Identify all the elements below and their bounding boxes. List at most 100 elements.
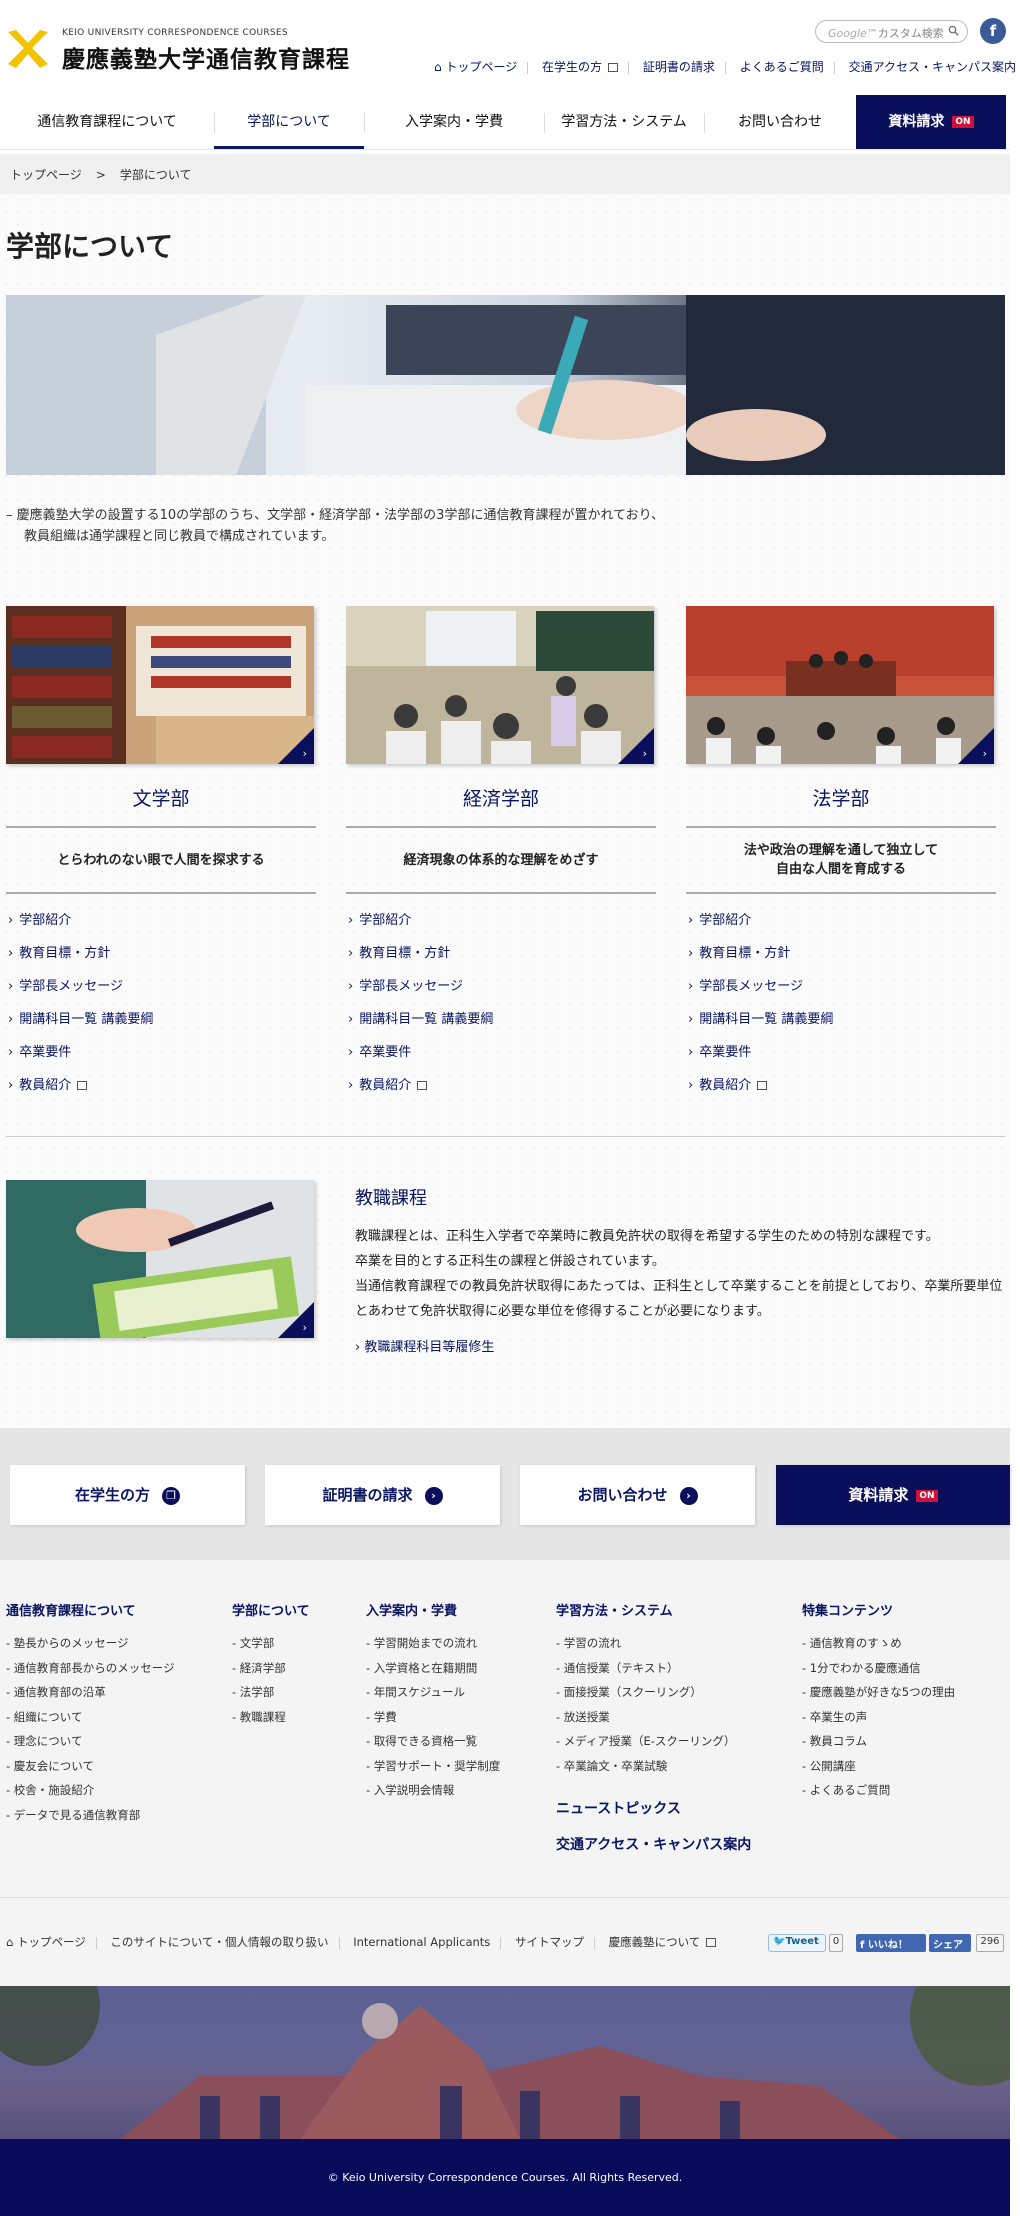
faculty-link-graduation[interactable]: › 卒業要件 <box>346 1036 656 1069</box>
faculty-link-intro[interactable]: › 学部紹介 <box>346 904 656 937</box>
footer-news-link[interactable]: ニューストピックス <box>556 1798 751 1818</box>
faculty-link-faculty-members[interactable]: › 教員紹介 <box>346 1069 656 1102</box>
footer-link[interactable]: - 文学部 <box>232 1635 310 1660</box>
footer-link[interactable]: - 経済学部 <box>232 1660 310 1685</box>
footer-link[interactable]: - 教員コラム <box>802 1733 955 1758</box>
faculty-link-courses[interactable]: › 開講科目一覧 講義要綱 <box>346 1003 656 1036</box>
logo-english[interactable]: KEIO UNIVERSITY CORRESPONDENCE COURSES <box>62 28 288 38</box>
teacher-course-image[interactable]: › <box>6 1180 314 1338</box>
footer-link-international[interactable]: International Applicants <box>353 1935 490 1949</box>
faculty-link-courses[interactable]: › 開講科目一覧 講義要綱 <box>6 1003 316 1036</box>
footer-col-title[interactable]: 学部について <box>232 1600 310 1619</box>
gnav-item-study[interactable]: 学習方法・システム <box>544 95 704 150</box>
faculty-image-economics[interactable]: › <box>346 606 654 764</box>
util-link-access[interactable]: 交通アクセス・キャンパス案内 <box>849 60 1016 74</box>
footer-link[interactable]: - 学費 <box>366 1709 500 1734</box>
footer-col-title[interactable]: 特集コンテンツ <box>802 1600 955 1619</box>
faculty-name[interactable]: 文学部 <box>6 784 316 818</box>
request-materials-bottom-button[interactable]: 資料請求 ON <box>776 1465 1010 1525</box>
footer-link[interactable]: - 面接授業（スクーリング） <box>556 1684 751 1709</box>
faculty-link-dean-message[interactable]: › 学部長メッセージ <box>346 970 656 1003</box>
teacher-course-title[interactable]: 教職課程 <box>355 1184 427 1210</box>
gnav-item-admission[interactable]: 入学案内・学費 <box>364 95 544 150</box>
logo-japanese[interactable]: 慶應義塾大学通信教育課程 <box>62 40 350 74</box>
facebook-icon[interactable]: f <box>980 18 1006 44</box>
faculty-link-graduation[interactable]: › 卒業要件 <box>6 1036 316 1069</box>
footer-col-title[interactable]: 学習方法・システム <box>556 1600 751 1619</box>
util-link-students[interactable]: 在学生の方 <box>542 60 602 74</box>
footer-link[interactable]: - 慶友会について <box>6 1758 175 1783</box>
tweet-button[interactable]: 🐦Tweet <box>768 1934 826 1952</box>
footer-link-sitemap[interactable]: サイトマップ <box>515 1935 584 1949</box>
footer-link[interactable]: - 年間スケジュール <box>366 1684 500 1709</box>
search-input[interactable]: Google™カスタム検索 <box>815 20 968 43</box>
faculty-link-intro[interactable]: › 学部紹介 <box>6 904 316 937</box>
footer-link[interactable]: - 学習開始までの流れ <box>366 1635 500 1660</box>
footer-link[interactable]: - 教職課程 <box>232 1709 310 1734</box>
request-materials-button[interactable]: 資料請求 ON <box>856 95 1006 150</box>
breadcrumb-home[interactable]: トップページ <box>10 168 82 182</box>
facebook-share-button[interactable]: シェア <box>929 1934 971 1952</box>
footer-link[interactable]: - 1分でわかる慶應通信 <box>802 1660 955 1685</box>
search-icon[interactable] <box>948 25 959 36</box>
faculty-link-goals[interactable]: › 教育目標・方針 <box>6 937 316 970</box>
footer-link[interactable]: - 通信授業（テキスト） <box>556 1660 751 1685</box>
footer-link[interactable]: - 通信教育部の沿革 <box>6 1684 175 1709</box>
footer-link[interactable]: - 校舎・施設紹介 <box>6 1782 175 1807</box>
faculty-image-letters[interactable]: › <box>6 606 314 764</box>
footer-link[interactable]: - 入学説明会情報 <box>366 1782 500 1807</box>
footer-link[interactable]: - よくあるご質問 <box>802 1782 955 1807</box>
campus-photo <box>0 1986 1010 2139</box>
footer-link[interactable]: - 卒業論文・卒業試験 <box>556 1758 751 1783</box>
breadcrumb: トップページ > 学部について <box>0 154 1010 194</box>
footer-link[interactable]: - 組織について <box>6 1709 175 1734</box>
certificate-button[interactable]: 証明書の請求 › <box>265 1465 500 1525</box>
faculty-image-law[interactable]: › <box>686 606 994 764</box>
faculty-link-goals[interactable]: › 教育目標・方針 <box>346 937 656 970</box>
footer-link[interactable]: - 取得できる資格一覧 <box>366 1733 500 1758</box>
keio-pen-logo-icon[interactable] <box>6 28 50 72</box>
faculty-link-faculty-members[interactable]: › 教員紹介 <box>686 1069 996 1102</box>
footer-link-privacy[interactable]: このサイトについて・個人情報の取り扱い <box>110 1935 328 1949</box>
footer-link[interactable]: - 卒業生の声 <box>802 1709 955 1734</box>
footer-link-keio[interactable]: 慶應義塾について <box>609 1935 701 1949</box>
footer-link[interactable]: - 通信教育のすゝめ <box>802 1635 955 1660</box>
faculty-link-faculty-members[interactable]: › 教員紹介 <box>6 1069 316 1102</box>
faculty-link-dean-message[interactable]: › 学部長メッセージ <box>6 970 316 1003</box>
faculty-name[interactable]: 法学部 <box>686 784 996 818</box>
intro-line-1: – 慶應義塾大学の設置する10の学部のうち、文学部・経済学部・法学部の3学部に通… <box>6 508 665 523</box>
external-link-icon <box>706 1938 717 1947</box>
footer-link[interactable]: - 理念について <box>6 1733 175 1758</box>
faculty-link-dean-message[interactable]: › 学部長メッセージ <box>686 970 996 1003</box>
footer-link[interactable]: - 放送授業 <box>556 1709 751 1734</box>
faculty-link-graduation[interactable]: › 卒業要件 <box>686 1036 996 1069</box>
footer-link[interactable]: - 学習サポート・奨学制度 <box>366 1758 500 1783</box>
students-button[interactable]: 在学生の方 ❐ <box>10 1465 245 1525</box>
gnav-item-about[interactable]: 通信教育課程について <box>0 95 214 150</box>
faculty-name[interactable]: 経済学部 <box>346 784 656 818</box>
footer-link[interactable]: - 入学資格と在籍期間 <box>366 1660 500 1685</box>
footer-link[interactable]: - 法学部 <box>232 1684 310 1709</box>
footer-link[interactable]: - 通信教育部長からのメッセージ <box>6 1660 175 1685</box>
footer-col-title[interactable]: 通信教育課程について <box>6 1600 175 1619</box>
footer-access-link[interactable]: 交通アクセス・キャンパス案内 <box>556 1834 751 1854</box>
teacher-course-auditor-link[interactable]: › 教職課程科目等履修生 <box>355 1336 494 1355</box>
footer-link-top[interactable]: トップページ <box>17 1935 86 1949</box>
faculty-link-intro[interactable]: › 学部紹介 <box>686 904 996 937</box>
util-link-certificate[interactable]: 証明書の請求 <box>643 60 715 74</box>
footer-link[interactable]: - 塾長からのメッセージ <box>6 1635 175 1660</box>
gnav-item-contact[interactable]: お問い合わせ <box>704 95 856 150</box>
footer-link[interactable]: - 公開講座 <box>802 1758 955 1783</box>
faculty-link-courses[interactable]: › 開講科目一覧 講義要綱 <box>686 1003 996 1036</box>
footer-link[interactable]: - データで見る通信教育部 <box>6 1807 175 1832</box>
footer-link[interactable]: - メディア授業（E-スクーリング） <box>556 1733 751 1758</box>
facebook-like-button[interactable]: f いいね！ <box>856 1934 926 1952</box>
util-link-top[interactable]: トップページ <box>445 60 517 74</box>
contact-button[interactable]: お問い合わせ › <box>520 1465 755 1525</box>
gnav-item-faculties[interactable]: 学部について <box>214 95 364 150</box>
footer-link[interactable]: - 慶應義塾が好きな5つの理由 <box>802 1684 955 1709</box>
faculty-link-goals[interactable]: › 教育目標・方針 <box>686 937 996 970</box>
util-link-faq[interactable]: よくあるご質問 <box>740 60 824 74</box>
footer-col-title[interactable]: 入学案内・学費 <box>366 1600 500 1619</box>
footer-link[interactable]: - 学習の流れ <box>556 1635 751 1660</box>
